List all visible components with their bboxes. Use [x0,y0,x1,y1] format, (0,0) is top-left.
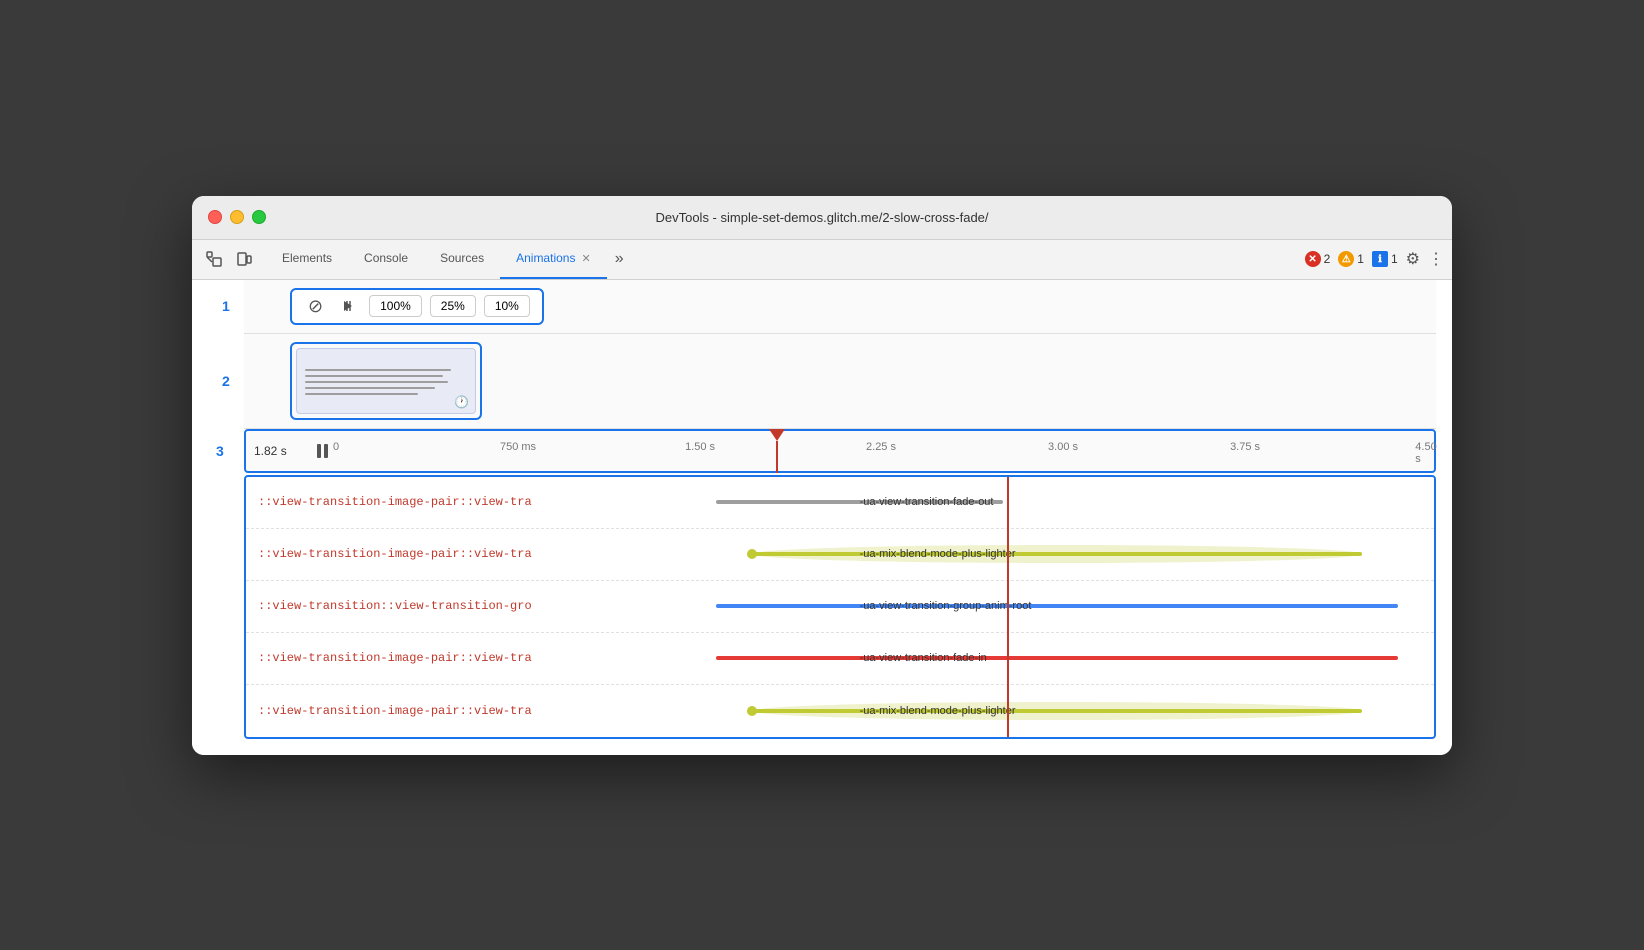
track-timeline-1: -ua-view-transition-fade-out [716,477,1434,528]
window-title: DevTools - simple-set-demos.glitch.me/2-… [655,210,988,225]
speed-25-button[interactable]: 25% [430,295,476,317]
toolbar-icons [200,245,258,273]
inspect-icon[interactable] [200,245,228,273]
track-timeline-5: -ua-mix-blend-mode-plus-lighter [716,685,1434,737]
tab-animations-close[interactable]: ✕ [581,252,590,265]
toolbar-tabs: Elements Console Sources Animations ✕ » [266,239,1305,279]
playhead-diamond[interactable] [769,429,785,441]
devtools-toolbar: Elements Console Sources Animations ✕ » … [192,240,1452,280]
timeline-ruler-section: 3 1.82 s 0 750 ms 1.50 s 2.25 s 3.00 s 3… [244,429,1436,473]
track-anim-name-5: -ua-mix-blend-mode-plus-lighter [860,705,1016,717]
tick-2.25s: 2.25 s [866,441,896,453]
animations-panel: 1 ⊘ 100% 25% 10% 2 [192,280,1452,755]
speed-100-button[interactable]: 100% [369,295,422,317]
animation-groups-section: 2 🕐 [244,334,1436,429]
warning-icon: ⚠ [1338,251,1354,267]
clock-icon: 🕐 [454,395,469,409]
info-icon: ℹ [1372,251,1388,267]
tick-0: 0 [333,441,339,453]
track-bar-yg-2 [752,552,1362,556]
track-label-2[interactable]: ::view-transition-image-pair::view-tra [246,547,716,561]
track-timeline-4: -ua-view-transition-fade-in [716,633,1434,684]
error-icon: ✕ [1305,251,1321,267]
track-row-3: ::view-transition::view-transition-gro -… [246,581,1434,633]
tick-3.75s: 3.75 s [1230,441,1260,453]
tab-elements[interactable]: Elements [266,239,348,279]
section-1-label: 1 [222,298,230,314]
track-row-5: ::view-transition-image-pair::view-tra -… [246,685,1434,737]
track-timeline-2: -ua-mix-blend-mode-plus-lighter [716,529,1434,580]
tab-animations[interactable]: Animations ✕ [500,239,607,279]
close-button[interactable] [208,210,222,224]
track-bar-yg-5 [752,709,1362,713]
more-tabs-button[interactable]: » [607,239,632,279]
play-button[interactable] [335,297,361,315]
warning-badge: ⚠ 1 [1338,251,1364,267]
track-dot-5 [747,706,757,716]
more-options-icon[interactable]: ⋮ [1428,249,1444,269]
traffic-lights [208,210,266,224]
tick-1.50s: 1.50 s [685,441,715,453]
track-anim-name-1: -ua-view-transition-fade-out [860,496,994,508]
section-3-label: 3 [216,443,224,459]
tab-console[interactable]: Console [348,239,424,279]
animation-card-wrapper: 🕐 [290,342,482,420]
current-time: 1.82 s [254,444,309,458]
ruler-ticks: 0 750 ms 1.50 s 2.25 s 3.00 s 3.75 s 4.5… [336,429,1426,473]
track-row-2: ::view-transition-image-pair::view-tra -… [246,529,1434,581]
track-label-4[interactable]: ::view-transition-image-pair::view-tra [246,651,716,665]
error-badge: ✕ 2 [1305,251,1331,267]
track-dot-2 [747,549,757,559]
tick-750ms: 750 ms [500,441,536,453]
track-row-4: ::view-transition-image-pair::view-tra -… [246,633,1434,685]
track-timeline-3: -ua-view-transition-group-anim-root [716,581,1434,632]
settings-icon[interactable]: ⚙ [1406,249,1420,269]
playhead-stem [776,441,778,473]
animation-group-card[interactable]: 🕐 [296,348,476,414]
speed-10-button[interactable]: 10% [484,295,530,317]
maximize-button[interactable] [252,210,266,224]
track-anim-name-4: -ua-view-transition-fade-in [860,652,987,664]
track-anim-name-3: -ua-view-transition-group-anim-root [860,600,1032,612]
tick-4.50s: 4.50 s [1415,441,1436,465]
titlebar: DevTools - simple-set-demos.glitch.me/2-… [192,196,1452,240]
toolbar-right: ✕ 2 ⚠ 1 ℹ 1 ⚙ ⋮ [1305,249,1444,269]
track-anim-name-2: -ua-mix-blend-mode-plus-lighter [860,548,1016,560]
section-2-label: 2 [222,373,230,389]
tick-3.00s: 3.00 s [1048,441,1078,453]
tracks-section: 4 ::view-transition-image-pair::view-tra… [244,475,1436,739]
devtools-window: DevTools - simple-set-demos.glitch.me/2-… [192,196,1452,755]
track-label-1[interactable]: ::view-transition-image-pair::view-tra [246,495,716,509]
tab-sources[interactable]: Sources [424,239,500,279]
track-row-1: ::view-transition-image-pair::view-tra -… [246,477,1434,529]
track-bar-red-4 [716,656,1398,660]
track-bar-blue-3 [716,604,1398,608]
device-icon[interactable] [230,245,258,273]
pause-button[interactable] [317,444,328,458]
clear-button[interactable]: ⊘ [304,294,327,319]
minimize-button[interactable] [230,210,244,224]
track-label-3[interactable]: ::view-transition::view-transition-gro [246,599,716,613]
track-label-5[interactable]: ::view-transition-image-pair::view-tra [246,704,716,718]
controls-section: 1 ⊘ 100% 25% 10% [244,280,1436,334]
info-badge: ℹ 1 [1372,251,1398,267]
